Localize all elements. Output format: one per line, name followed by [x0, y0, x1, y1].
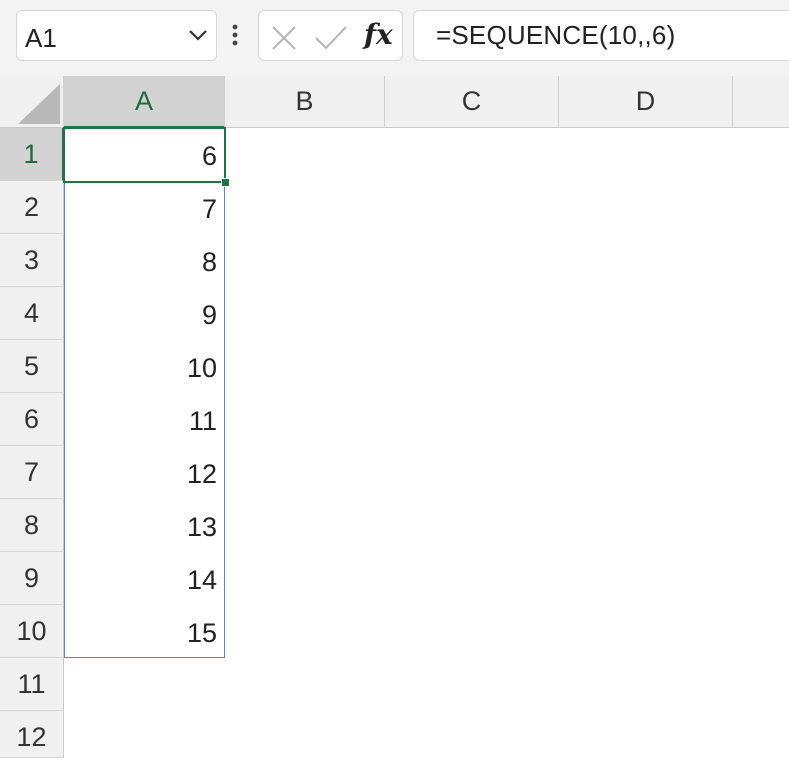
row-header-5[interactable]: 5 [0, 340, 64, 393]
column-header-d[interactable]: D [559, 76, 733, 128]
more-options-icon[interactable] [231, 24, 239, 51]
column-header-a[interactable]: A [64, 76, 225, 128]
spill-range-border [64, 128, 225, 658]
row-header-9[interactable]: 9 [0, 552, 64, 605]
formula-buttons: fx [258, 10, 403, 61]
cancel-icon[interactable] [271, 25, 297, 56]
row-header-12[interactable]: 12 [0, 711, 64, 758]
formula-input[interactable]: =SEQUENCE(10,,6) [413, 10, 789, 61]
name-box-value: A1 [25, 23, 57, 53]
row-header-11[interactable]: 11 [0, 658, 64, 711]
column-header-b[interactable]: B [225, 76, 385, 128]
formula-bar-area: A1 fx =SEQUENCE(10,,6) [0, 0, 789, 76]
column-header-c[interactable]: C [385, 76, 559, 128]
row-header-6[interactable]: 6 [0, 393, 64, 446]
row-header-8[interactable]: 8 [0, 499, 64, 552]
row-header-2[interactable]: 2 [0, 181, 64, 234]
row-header-4[interactable]: 4 [0, 287, 64, 340]
chevron-down-icon[interactable] [188, 28, 208, 47]
row-header-7[interactable]: 7 [0, 446, 64, 499]
insert-function-button[interactable]: fx [364, 18, 393, 51]
row-header-1[interactable]: 1 [0, 128, 64, 181]
name-box[interactable]: A1 [16, 10, 217, 61]
formula-text: =SEQUENCE(10,,6) [436, 20, 676, 50]
row-header-10[interactable]: 10 [0, 605, 64, 658]
fill-handle[interactable] [221, 178, 230, 187]
column-header-e[interactable] [733, 76, 789, 128]
active-cell-border [63, 127, 226, 183]
enter-check-icon[interactable] [314, 25, 348, 56]
row-header-3[interactable]: 3 [0, 234, 64, 287]
select-all-corner[interactable] [0, 76, 64, 128]
